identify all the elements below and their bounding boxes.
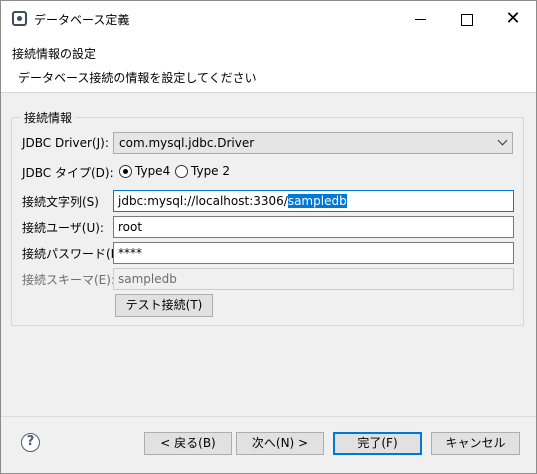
password-input[interactable]: **** xyxy=(113,242,514,264)
maximize-button[interactable] xyxy=(444,1,490,37)
radio-selected-dot xyxy=(123,169,128,174)
next-button[interactable]: 次へ(N) > xyxy=(236,432,324,455)
user-input[interactable]: root xyxy=(113,216,514,238)
minimize-button[interactable] xyxy=(398,1,444,37)
connection-string-selection: sampledb xyxy=(287,194,347,208)
connection-string-label: 接続文字列(S) xyxy=(22,195,99,209)
app-icon xyxy=(12,11,27,26)
schema-input: sampledb xyxy=(113,268,514,290)
minimize-icon xyxy=(415,19,426,20)
type2-radio-label[interactable]: Type 2 xyxy=(191,164,230,178)
type4-radio-label[interactable]: Type4 xyxy=(135,164,170,178)
test-connection-button[interactable]: テスト接続(T) xyxy=(115,294,213,317)
group-legend: 接続情報 xyxy=(20,109,77,126)
connection-string-prefix: jdbc:mysql://localhost:3306/ xyxy=(118,194,288,208)
driver-select[interactable]: com.mysql.jdbc.Driver xyxy=(113,132,513,154)
password-value: **** xyxy=(118,246,142,260)
cancel-button[interactable]: キャンセル xyxy=(431,432,520,455)
type2-radio[interactable] xyxy=(175,165,188,178)
user-label: 接続ユーザ(U): xyxy=(22,221,104,235)
title-bar: データベース定義 ✕ xyxy=(1,1,536,37)
page-description: データベース接続の情報を設定してください xyxy=(18,71,257,85)
window-title: データベース定義 xyxy=(34,13,130,27)
back-button[interactable]: < 戻る(B) xyxy=(144,432,232,455)
type4-radio[interactable] xyxy=(119,165,132,178)
help-icon[interactable]: ? xyxy=(21,433,40,452)
close-icon: ✕ xyxy=(505,8,521,29)
schema-value: sampledb xyxy=(118,272,177,286)
page-title: 接続情報の設定 xyxy=(12,47,97,61)
schema-label: 接続スキーマ(E): xyxy=(22,273,115,287)
wizard-header: 接続情報の設定 データベース接続の情報を設定してください xyxy=(1,37,536,93)
maximize-icon xyxy=(461,14,473,26)
password-label: 接続パスワード(P): xyxy=(22,247,127,261)
footer-divider xyxy=(1,416,536,417)
driver-value: com.mysql.jdbc.Driver xyxy=(119,136,255,150)
type-label: JDBC タイプ(D): xyxy=(22,166,114,180)
user-value: root xyxy=(118,220,143,234)
chevron-down-icon xyxy=(497,135,508,146)
driver-label: JDBC Driver(J): xyxy=(22,136,109,150)
dialog-window: データベース定義 ✕ 接続情報の設定 データベース接続の情報を設定してください … xyxy=(0,0,537,474)
close-button[interactable]: ✕ xyxy=(490,1,536,37)
finish-button[interactable]: 完了(F) xyxy=(333,432,422,455)
connection-string-input[interactable]: jdbc:mysql://localhost:3306/sampledb xyxy=(113,190,514,212)
